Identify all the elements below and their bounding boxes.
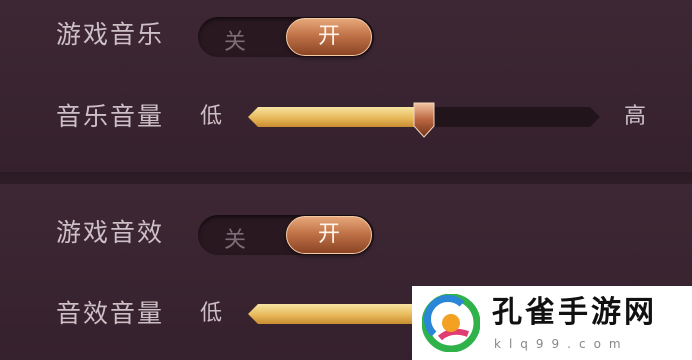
watermark-overlay: 孔雀手游网 klq99.com [412,286,692,360]
sfx-toggle-label: 游戏音效 [56,218,165,247]
music-volume-fill [248,107,424,127]
music-volume-label: 音乐音量 [56,102,165,131]
sfx-volume-low-label: 低 [200,301,223,326]
music-toggle-off-option[interactable]: 关 [224,24,246,56]
music-volume-high-label: 高 [624,104,647,129]
music-volume-low-label: 低 [200,104,223,129]
music-toggle-on-option[interactable]: 开 [286,18,372,56]
section-divider [0,172,692,184]
sfx-toggle-on-option[interactable]: 开 [286,216,372,254]
sfx-volume-label: 音效音量 [56,299,165,328]
music-volume-thumb[interactable] [413,102,435,138]
music-settings-section: 游戏音乐 关 开 音乐音量 低 高 [0,0,692,172]
music-toggle-label: 游戏音乐 [56,20,165,49]
sfx-toggle[interactable]: 关 开 [198,215,374,255]
watermark-url: klq99.com [494,337,629,351]
peacock-logo-icon [422,294,480,352]
watermark-title: 孔雀手游网 [492,295,657,330]
sfx-toggle-off-option[interactable]: 关 [224,222,246,254]
music-toggle[interactable]: 关 开 [198,17,374,57]
